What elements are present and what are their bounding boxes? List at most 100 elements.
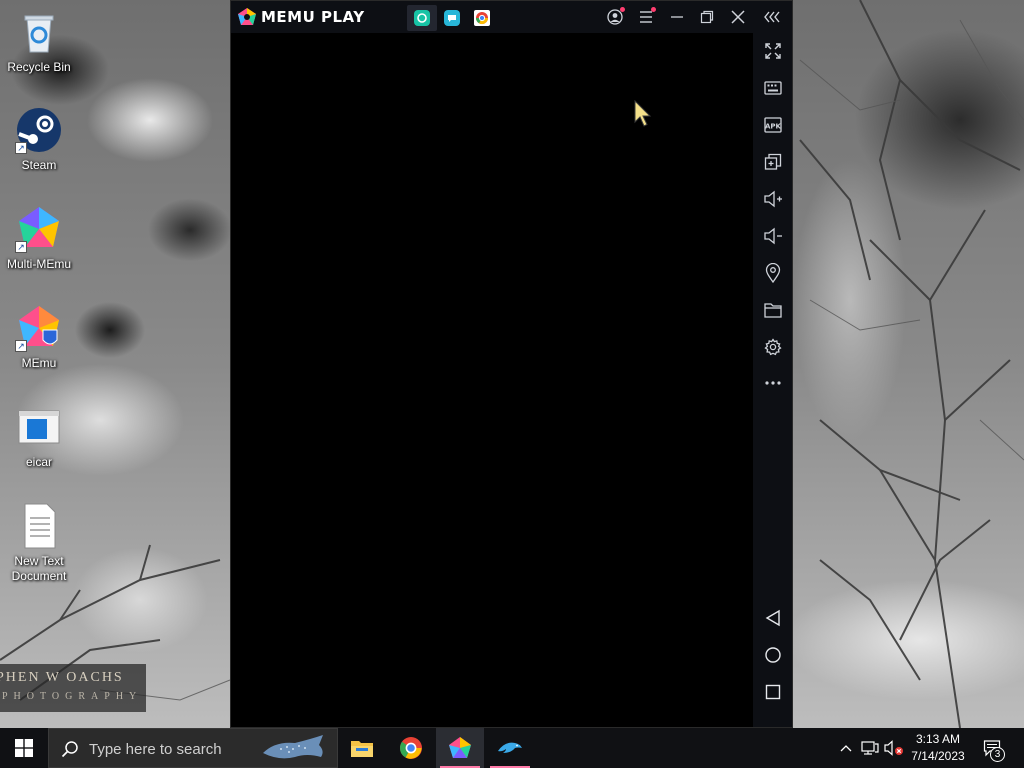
collapse-sidebar-button[interactable]: [763, 7, 783, 27]
recent-apps-icon: [765, 684, 781, 700]
restore-button[interactable]: [697, 7, 717, 27]
android-back-button[interactable]: [761, 606, 785, 630]
desktop-icon-new-text-document[interactable]: New Text Document: [2, 502, 76, 584]
taskbar-search-box[interactable]: Type here to search: [48, 728, 338, 768]
eicar-window-icon: [15, 403, 63, 451]
notification-count-badge: 3: [990, 747, 1005, 762]
network-icon: [861, 741, 879, 755]
multi-window-icon: [764, 153, 782, 170]
start-button[interactable]: [0, 728, 48, 768]
volume-up-button[interactable]: [761, 187, 785, 211]
memu-window[interactable]: MEMU PLAY APK: [230, 0, 793, 728]
desktop-icon-label: Multi-MEmu: [6, 257, 71, 271]
chrome-icon: [400, 737, 422, 759]
location-icon: [765, 263, 781, 283]
multi-window-button[interactable]: [761, 150, 785, 174]
chrome-icon: [474, 10, 490, 26]
close-icon: [731, 10, 745, 24]
windows-logo-icon: [15, 739, 33, 757]
steam-icon: ↗: [15, 106, 63, 154]
memu-icon: [449, 737, 471, 758]
android-recent-apps-button[interactable]: [761, 680, 785, 704]
dolphin-emulator-icon: [498, 742, 522, 753]
settings-icon: [764, 338, 782, 356]
account-button[interactable]: [605, 7, 625, 27]
folder-icon: [764, 303, 782, 318]
volume-up-icon: [764, 190, 782, 208]
clock-time: 3:13 AM: [915, 732, 961, 746]
tab-chat-app[interactable]: [437, 5, 467, 31]
memu-logo-text: MEMU PLAY: [261, 8, 365, 26]
clock-date: 7/14/2023: [911, 749, 965, 763]
taskbar: Type here to search 3:13 AM 7/14/2023: [0, 728, 1024, 768]
home-icon: [765, 647, 781, 663]
keyboard-mapping-button[interactable]: [761, 76, 785, 100]
taskbar-clock[interactable]: 3:13 AM 7/14/2023: [906, 731, 970, 765]
location-button[interactable]: [761, 261, 785, 285]
desktop-icon-recycle-bin[interactable]: Recycle Bin: [2, 8, 76, 75]
close-button[interactable]: [728, 7, 748, 27]
desktop-icon-label: Steam: [21, 158, 57, 172]
chevron-up-icon: [840, 745, 852, 752]
shortcut-arrow-icon: ↗: [15, 142, 27, 154]
tab-android-app[interactable]: [407, 5, 437, 31]
search-icon: [61, 741, 78, 758]
shortcut-arrow-icon: ↗: [15, 340, 27, 352]
settings-button[interactable]: [761, 335, 785, 359]
restore-icon: [700, 10, 714, 24]
memu-icon: ↗: [15, 304, 63, 352]
volume-muted-icon: [884, 740, 903, 756]
recycle-bin-icon: [15, 8, 63, 56]
notification-dot: [620, 7, 625, 12]
desktop-icon-label: Recycle Bin: [7, 60, 71, 74]
minimize-button[interactable]: [667, 7, 687, 27]
shared-folder-button[interactable]: [761, 298, 785, 322]
more-icon: [765, 381, 781, 385]
volume-down-icon: [764, 227, 782, 245]
memu-logo-icon: [238, 8, 256, 25]
minimize-icon: [671, 16, 683, 18]
file-explorer-icon: [351, 741, 373, 757]
memu-logo: MEMU PLAY: [237, 7, 365, 27]
multi-memu-icon: ↗: [15, 205, 63, 253]
keyboard-mapping-icon: [764, 81, 782, 95]
tab-chrome[interactable]: [467, 5, 497, 31]
memu-titlebar[interactable]: MEMU PLAY: [231, 1, 792, 33]
main-menu-button[interactable]: [636, 7, 656, 27]
back-icon: [765, 609, 780, 627]
whale-shark-search-highlight-icon: [263, 735, 323, 759]
photographer-watermark: PHEN W OACHS PHOTOGRAPHY: [0, 664, 146, 712]
chat-app-icon: [444, 10, 460, 26]
desktop-icon-label: MEmu: [21, 356, 57, 370]
fullscreen-icon: [765, 43, 781, 59]
desktop-icon-label: eicar: [25, 455, 52, 469]
volume-tray-button[interactable]: [884, 738, 904, 758]
taskbar-memu[interactable]: [436, 728, 484, 768]
volume-down-button[interactable]: [761, 224, 785, 248]
network-tray-button[interactable]: [860, 738, 880, 758]
android-app-icon: [414, 10, 430, 26]
more-options-button[interactable]: [761, 371, 785, 395]
desktop-icon-eicar[interactable]: eicar: [2, 403, 76, 470]
apk-install-icon: APK: [764, 117, 782, 133]
search-placeholder: Type here to search: [89, 741, 222, 758]
desktop-icon-memu[interactable]: ↗ MEmu: [2, 304, 76, 371]
fullscreen-button[interactable]: [761, 39, 785, 63]
apk-label: APK: [765, 123, 782, 131]
taskbar-chrome[interactable]: [387, 728, 435, 768]
watermark-name: PHEN W OACHS: [0, 670, 124, 685]
desktop-icon-steam[interactable]: ↗ Steam: [2, 106, 76, 173]
android-home-button[interactable]: [761, 643, 785, 667]
apk-install-button[interactable]: APK: [761, 113, 785, 137]
collapse-sidebar-icon: [764, 11, 780, 23]
taskbar-dolphin-emulator[interactable]: [486, 728, 534, 768]
taskbar-file-explorer[interactable]: [338, 728, 386, 768]
notification-dot: [651, 7, 656, 12]
desktop-icon-label: New Text Document: [11, 554, 67, 583]
android-screen[interactable]: [231, 33, 753, 727]
text-document-icon: [15, 502, 63, 550]
shortcut-arrow-icon: ↗: [15, 241, 27, 253]
show-hidden-icons-button[interactable]: [836, 738, 856, 758]
desktop-icon-multi-memu[interactable]: ↗ Multi-MEmu: [2, 205, 76, 272]
mouse-cursor-icon: [634, 100, 652, 127]
